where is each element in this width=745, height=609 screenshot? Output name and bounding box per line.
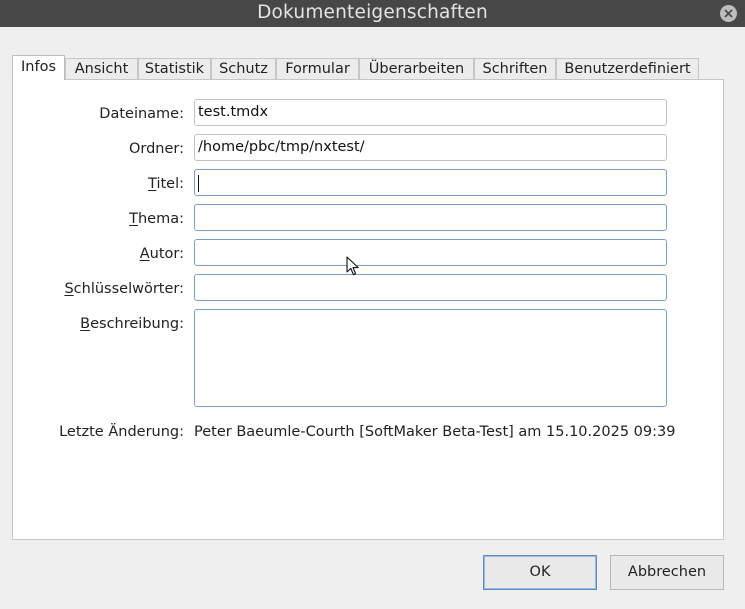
ok-button[interactable]: OK bbox=[483, 555, 597, 590]
tab-infos[interactable]: Infos bbox=[12, 55, 65, 80]
text-caret bbox=[198, 175, 199, 192]
title-input[interactable] bbox=[194, 169, 667, 196]
author-input[interactable] bbox=[194, 239, 667, 266]
subject-label: Thema: bbox=[129, 211, 184, 227]
tab-ueberarbeiten[interactable]: Überarbeiten bbox=[359, 58, 474, 80]
description-textarea[interactable] bbox=[194, 309, 667, 407]
description-label: Beschreibung: bbox=[80, 316, 184, 332]
keywords-label: Schlüsselwörter: bbox=[64, 281, 184, 297]
author-label: Autor: bbox=[139, 246, 184, 262]
folder-label: Ordner: bbox=[128, 141, 184, 157]
window-title: Dokumenteigenschaften bbox=[257, 2, 488, 23]
tab-statistik[interactable]: Statistik bbox=[138, 58, 211, 80]
tab-formular[interactable]: Formular bbox=[276, 58, 359, 80]
tab-ansicht[interactable]: Ansicht bbox=[65, 58, 138, 80]
last-modified-label: Letzte Änderung: bbox=[59, 424, 184, 440]
cancel-button[interactable]: Abbrechen bbox=[610, 555, 724, 590]
subject-input[interactable] bbox=[194, 204, 667, 231]
title-bar: Dokumenteigenschaften bbox=[0, 0, 745, 27]
last-modified-value: Peter Baeumle-Courth [SoftMaker Beta-Tes… bbox=[194, 424, 676, 440]
document-properties-dialog: Dokumenteigenschaften Infos Ansicht Stat… bbox=[0, 0, 745, 609]
tab-schriften[interactable]: Schriften bbox=[474, 58, 556, 80]
filename-label: Dateiname: bbox=[99, 106, 184, 122]
keywords-input[interactable] bbox=[194, 274, 667, 301]
folder-field[interactable]: /home/pbc/tmp/nxtest/ bbox=[194, 134, 667, 161]
folder-value: /home/pbc/tmp/nxtest/ bbox=[198, 139, 365, 155]
title-label: Titel: bbox=[148, 176, 184, 192]
tab-benutzerdefiniert[interactable]: Benutzerdefiniert bbox=[556, 58, 699, 80]
tab-schutz[interactable]: Schutz bbox=[211, 58, 276, 80]
mouse-pointer-icon bbox=[346, 256, 360, 281]
close-icon[interactable] bbox=[720, 5, 737, 22]
filename-value: test.tmdx bbox=[198, 104, 269, 120]
filename-field[interactable]: test.tmdx bbox=[194, 99, 667, 126]
